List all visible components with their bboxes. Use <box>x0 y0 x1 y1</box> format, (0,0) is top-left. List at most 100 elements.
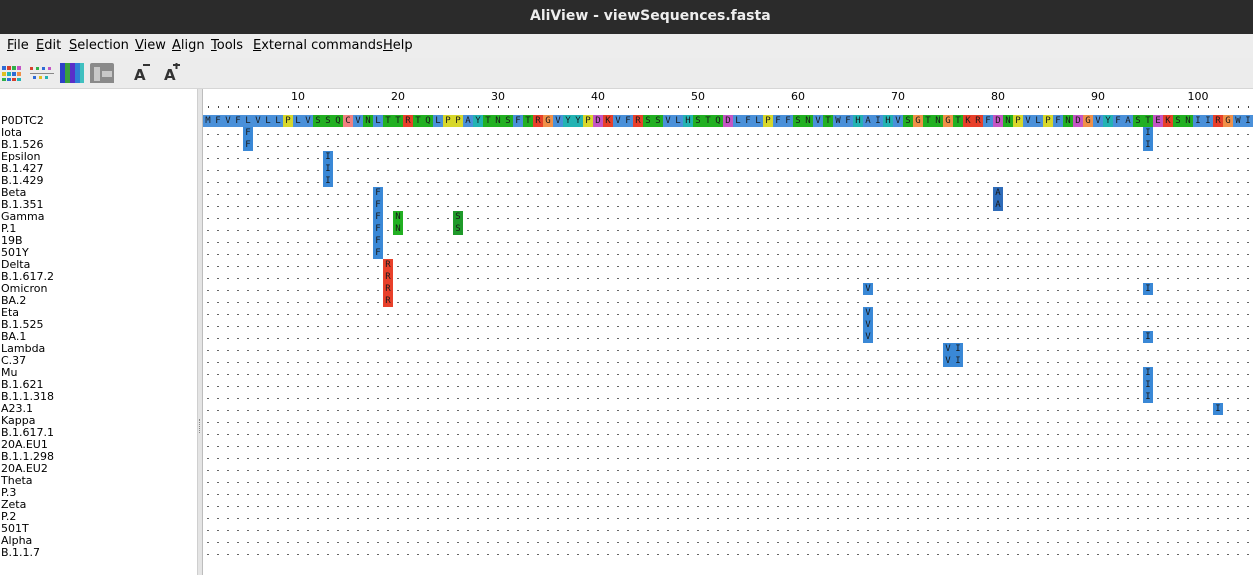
reference-residue[interactable]: P <box>1013 115 1023 127</box>
reference-residue[interactable]: D <box>593 115 603 127</box>
reference-residue[interactable]: A <box>863 115 873 127</box>
reference-residue[interactable]: S <box>1173 115 1183 127</box>
reference-residue[interactable]: I <box>1203 115 1213 127</box>
mutation-residue[interactable]: F <box>373 211 383 223</box>
reference-residue[interactable]: S <box>503 115 513 127</box>
reference-residue[interactable]: Q <box>423 115 433 127</box>
mutation-residue[interactable]: I <box>1143 379 1153 391</box>
reference-residue[interactable]: H <box>853 115 863 127</box>
mutation-residue[interactable]: F <box>373 247 383 259</box>
font-larger-icon[interactable]: A <box>162 63 184 83</box>
mutation-residue[interactable]: I <box>323 151 333 163</box>
reference-residue[interactable]: T <box>483 115 493 127</box>
reference-residue[interactable]: R <box>633 115 643 127</box>
reference-residue[interactable]: F <box>513 115 523 127</box>
mutation-residue[interactable]: I <box>1143 331 1153 343</box>
color-scheme-icon[interactable] <box>2 63 24 83</box>
mutation-residue[interactable]: F <box>373 235 383 247</box>
reference-residue[interactable]: W <box>833 115 843 127</box>
reference-residue[interactable]: L <box>1033 115 1043 127</box>
menu-align[interactable]: Align <box>172 38 205 53</box>
reference-residue[interactable]: G <box>913 115 923 127</box>
mutation-residue[interactable]: N <box>393 211 403 223</box>
mutation-residue[interactable]: I <box>953 343 963 355</box>
translate-icon[interactable] <box>60 63 84 83</box>
reference-residue[interactable]: V <box>353 115 363 127</box>
mutation-residue[interactable]: R <box>383 283 393 295</box>
menu-view[interactable]: View <box>135 38 166 53</box>
reference-residue[interactable]: T <box>923 115 933 127</box>
reference-residue[interactable]: R <box>403 115 413 127</box>
reference-residue[interactable]: F <box>213 115 223 127</box>
reference-residue[interactable]: N <box>933 115 943 127</box>
reference-residue[interactable]: Y <box>563 115 573 127</box>
reference-residue[interactable]: P <box>763 115 773 127</box>
reference-residue[interactable]: I <box>1193 115 1203 127</box>
reference-residue[interactable]: W <box>1233 115 1243 127</box>
reference-residue[interactable]: F <box>843 115 853 127</box>
menu-external-commands[interactable]: External commands <box>253 38 383 53</box>
reference-residue[interactable]: L <box>243 115 253 127</box>
reference-residue[interactable]: F <box>1053 115 1063 127</box>
mutation-residue[interactable]: I <box>953 355 963 367</box>
reference-residue[interactable]: L <box>263 115 273 127</box>
reference-residue[interactable]: I <box>873 115 883 127</box>
sequence-name-panel[interactable]: P0DTC2 Iota B.1.526 Epsilon B.1.427 B.1.429 Be… <box>0 89 197 575</box>
reference-residue[interactable]: Y <box>1103 115 1113 127</box>
mutation-residue[interactable]: V <box>863 331 873 343</box>
reference-residue[interactable]: G <box>1083 115 1093 127</box>
mutation-residue[interactable]: V <box>863 319 873 331</box>
mutation-residue[interactable]: R <box>383 295 393 307</box>
mutation-residue[interactable]: F <box>243 139 253 151</box>
reference-residue[interactable]: F <box>983 115 993 127</box>
reference-residue[interactable]: N <box>1183 115 1193 127</box>
reference-residue[interactable]: L <box>293 115 303 127</box>
reference-residue[interactable]: I <box>1243 115 1253 127</box>
reference-residue[interactable]: D <box>723 115 733 127</box>
reference-residue[interactable]: F <box>1113 115 1123 127</box>
reference-residue[interactable]: F <box>783 115 793 127</box>
reference-residue[interactable]: S <box>313 115 323 127</box>
reference-residue[interactable]: T <box>523 115 533 127</box>
font-smaller-icon[interactable]: A <box>132 63 154 83</box>
mutation-residue[interactable]: F <box>243 127 253 139</box>
mutation-residue[interactable]: V <box>863 283 873 295</box>
reference-residue[interactable]: T <box>953 115 963 127</box>
reference-residue[interactable]: M <box>203 115 213 127</box>
mutation-residue[interactable]: I <box>1143 127 1153 139</box>
mutation-residue[interactable]: N <box>393 223 403 235</box>
reference-residue[interactable]: R <box>533 115 543 127</box>
reference-residue[interactable]: P <box>583 115 593 127</box>
reference-residue[interactable]: L <box>753 115 763 127</box>
reference-residue[interactable]: K <box>963 115 973 127</box>
reference-residue[interactable]: T <box>823 115 833 127</box>
reference-residue[interactable]: P <box>283 115 293 127</box>
reference-residue[interactable]: L <box>733 115 743 127</box>
reference-residue[interactable]: T <box>413 115 423 127</box>
hide-icon[interactable] <box>90 63 114 83</box>
reference-residue[interactable]: S <box>693 115 703 127</box>
reference-residue[interactable]: N <box>363 115 373 127</box>
reference-residue[interactable]: K <box>1163 115 1173 127</box>
mutation-residue[interactable]: I <box>1143 391 1153 403</box>
menu-selection[interactable]: Selection <box>69 38 129 53</box>
reference-residue[interactable]: V <box>253 115 263 127</box>
reference-residue[interactable]: V <box>663 115 673 127</box>
mutation-residue[interactable]: I <box>1143 367 1153 379</box>
reference-residue[interactable]: S <box>323 115 333 127</box>
mutation-residue[interactable]: A <box>993 199 1003 211</box>
reference-residue[interactable]: V <box>1093 115 1103 127</box>
reference-residue[interactable]: D <box>1073 115 1083 127</box>
reference-residue[interactable]: R <box>973 115 983 127</box>
reference-residue[interactable]: A <box>463 115 473 127</box>
mutation-residue[interactable]: V <box>863 307 873 319</box>
reference-residue[interactable]: F <box>773 115 783 127</box>
sequence-name[interactable]: B.1.1.7 <box>1 547 40 559</box>
reference-residue[interactable]: S <box>903 115 913 127</box>
reference-residue[interactable]: T <box>1143 115 1153 127</box>
reference-residue[interactable]: H <box>683 115 693 127</box>
reference-residue[interactable]: S <box>653 115 663 127</box>
mutation-residue[interactable]: I <box>323 163 333 175</box>
reference-residue[interactable]: Q <box>333 115 343 127</box>
reference-residue[interactable]: V <box>893 115 903 127</box>
